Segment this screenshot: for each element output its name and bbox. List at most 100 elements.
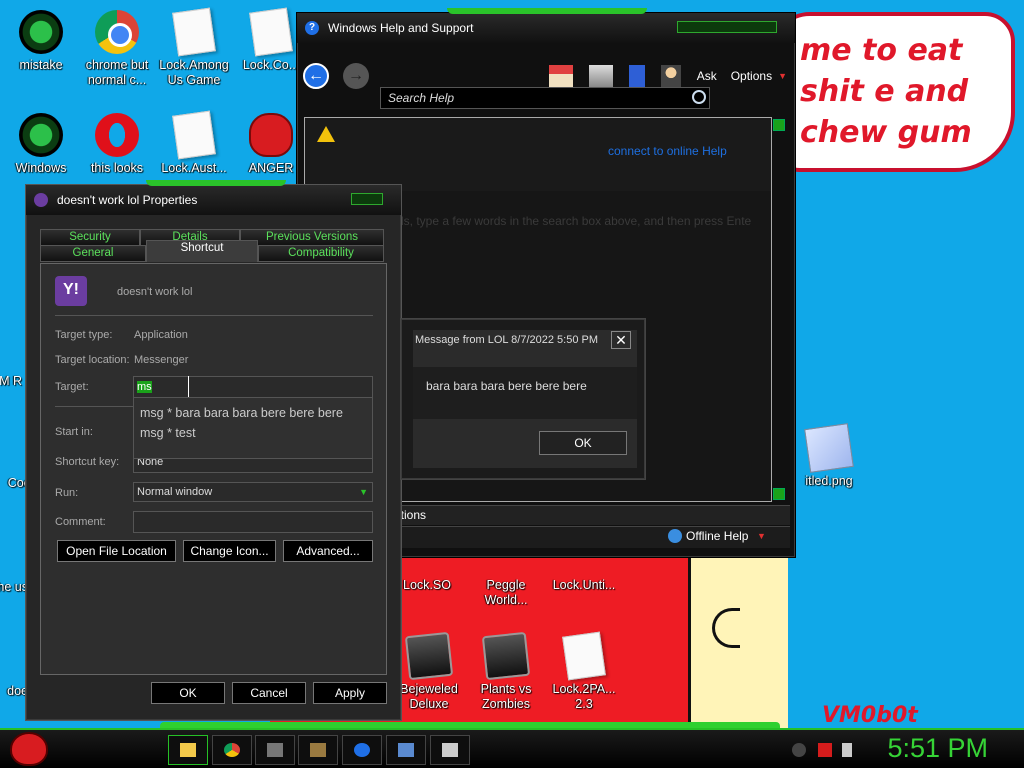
- online-help-link[interactable]: connect to online Help: [608, 144, 727, 158]
- desktop-icon-m[interactable]: M R: [0, 330, 22, 389]
- desktop-icon-label: whe us: [0, 580, 28, 594]
- tab-security[interactable]: Security: [40, 229, 140, 246]
- start-button-angry-bird-icon[interactable]: [10, 732, 48, 766]
- desktop-icon-mistake[interactable]: mistake: [0, 10, 82, 73]
- document-icon: [172, 7, 216, 57]
- target-type-label: Target type:: [55, 329, 113, 341]
- home-icon[interactable]: [548, 65, 573, 87]
- advanced-button[interactable]: Advanced...: [283, 540, 373, 562]
- target-input[interactable]: ms: [133, 376, 373, 398]
- forward-arrow-icon[interactable]: →: [343, 63, 369, 89]
- tab-previous-versions[interactable]: Previous Versions: [240, 229, 384, 246]
- chevron-down-icon[interactable]: ▼: [778, 71, 787, 81]
- app-icon: [0, 432, 27, 472]
- browse-help-icon[interactable]: [628, 65, 645, 87]
- options-button[interactable]: Options: [731, 69, 772, 83]
- taskbar-item-app2[interactable]: [298, 735, 338, 765]
- run-select-value: Normal window: [137, 486, 213, 498]
- change-icon-button[interactable]: Change Icon...: [183, 540, 276, 562]
- recycle-bin-icon: [19, 113, 63, 157]
- chrome-icon: [224, 743, 240, 757]
- taskbar-item-window[interactable]: [386, 735, 426, 765]
- tab-general[interactable]: General: [40, 245, 146, 262]
- desktop-icon-chrome[interactable]: chrome but normal c...: [76, 10, 158, 88]
- desktop-icon-among-us[interactable]: Lock.Among Us Game: [153, 7, 235, 88]
- close-button[interactable]: [351, 193, 383, 205]
- desktop-icon-label: Lock.SO: [403, 578, 451, 592]
- desktop-icon-windows[interactable]: Windows: [0, 113, 82, 176]
- ask-button[interactable]: Ask: [697, 69, 717, 83]
- tray-back-icon[interactable]: [792, 743, 806, 757]
- shortcut-key-label: Shortcut key:: [55, 456, 120, 468]
- ok-button[interactable]: OK: [151, 682, 225, 704]
- message-title: Message from LOL 8/7/2022 5:50 PM: [415, 334, 599, 346]
- app-icon: [404, 631, 454, 681]
- desktop-icon-untitled-png[interactable]: itled.png: [788, 423, 870, 489]
- desktop-icon-opera[interactable]: this looks: [76, 113, 158, 176]
- autocomplete-item[interactable]: msg * test: [140, 423, 366, 443]
- desktop-icon-whe[interactable]: whe us: [0, 536, 28, 595]
- wallpaper-signature: VM0b0t: [822, 703, 918, 728]
- desktop-icon-plants-vs-zombies[interactable]: Plants vs Zombies: [465, 631, 547, 712]
- autocomplete-item[interactable]: msg * bara bara bara bere bere bere: [140, 403, 366, 423]
- desktop-icon-lock-2pa[interactable]: Lock.2PA... 2.3: [543, 631, 625, 712]
- desktop-icon-label: Lock.Co...: [242, 58, 300, 72]
- divider: [55, 315, 373, 316]
- print-icon[interactable]: [588, 65, 613, 87]
- back-arrow-icon[interactable]: ←: [303, 63, 329, 89]
- properties-titlebar[interactable]: doesn't work lol Properties: [26, 185, 401, 215]
- desktop-icon-label: Lock.Among Us Game: [159, 58, 229, 87]
- desktop-icon-doe[interactable]: doe: [0, 640, 28, 699]
- window-icon: [398, 743, 414, 757]
- help-search-input[interactable]: Search Help: [380, 87, 710, 109]
- desktop-icon-label: Plants vs Zombies: [480, 682, 532, 711]
- desktop-icon-label: this looks: [90, 161, 144, 175]
- target-label: Target:: [55, 381, 89, 393]
- comment-input[interactable]: [133, 511, 373, 533]
- desktop-icon-label: chrome but normal c...: [85, 58, 149, 87]
- document-icon: [562, 631, 606, 681]
- desktop-icon-label: Windows: [15, 161, 67, 175]
- app-icon: [0, 330, 19, 370]
- app-icon: [267, 743, 283, 757]
- scroll-up-button[interactable]: [773, 119, 785, 131]
- run-select[interactable]: Normal window ▼: [133, 482, 373, 502]
- folder-icon: [180, 743, 196, 757]
- ask-icon[interactable]: [660, 65, 681, 87]
- offline-help-button[interactable]: Offline Help: [686, 529, 748, 543]
- autocomplete-list[interactable]: msg * bara bara bara bere bere bere msg …: [133, 397, 373, 459]
- taskbar-item-explorer[interactable]: [168, 735, 208, 765]
- title-glow: [447, 8, 647, 14]
- taskbar-item-help[interactable]: [342, 735, 382, 765]
- tray-network-icon[interactable]: [818, 743, 832, 757]
- desktop-icon-label: Lock.Unti...: [552, 578, 616, 592]
- cancel-button[interactable]: Cancel: [232, 682, 306, 704]
- open-file-location-button[interactable]: Open File Location: [57, 540, 176, 562]
- message-ok-button[interactable]: OK: [539, 431, 627, 455]
- taskbar-clock[interactable]: 5:51 PM: [887, 733, 988, 764]
- desktop-icon-label: M R: [0, 374, 22, 388]
- desktop-icon-label: Bejeweled Deluxe: [400, 682, 458, 711]
- window-controls[interactable]: [677, 21, 777, 33]
- chrome-icon: [95, 10, 139, 54]
- message-body: bara bara bara bere bere bere: [426, 379, 587, 393]
- volume-icon[interactable]: [842, 743, 852, 757]
- tab-shortcut[interactable]: Shortcut: [146, 240, 258, 262]
- chevron-down-icon[interactable]: ▼: [757, 531, 766, 541]
- taskbar-item-chrome[interactable]: [212, 735, 252, 765]
- apply-button[interactable]: Apply: [313, 682, 387, 704]
- warning-strip: connect to online Help: [305, 118, 771, 191]
- close-icon[interactable]: ✕: [611, 331, 631, 349]
- opera-icon: [95, 113, 139, 157]
- search-icon[interactable]: [692, 90, 706, 104]
- properties-icon: [442, 743, 458, 757]
- tab-compatibility[interactable]: Compatibility: [258, 245, 384, 262]
- scroll-down-button[interactable]: [773, 488, 785, 500]
- desktop-icon-lock-aust[interactable]: Lock.Aust...: [153, 110, 235, 176]
- help-window-title: Windows Help and Support: [328, 21, 474, 35]
- desktop-icon-label: Lock.Aust...: [161, 161, 227, 175]
- taskbar-item-app[interactable]: [255, 735, 295, 765]
- yahoo-messenger-icon: Y!: [55, 276, 87, 306]
- message-dialog[interactable]: Message from LOL 8/7/2022 5:50 PM ✕ bara…: [400, 318, 646, 480]
- taskbar-item-properties[interactable]: [430, 735, 470, 765]
